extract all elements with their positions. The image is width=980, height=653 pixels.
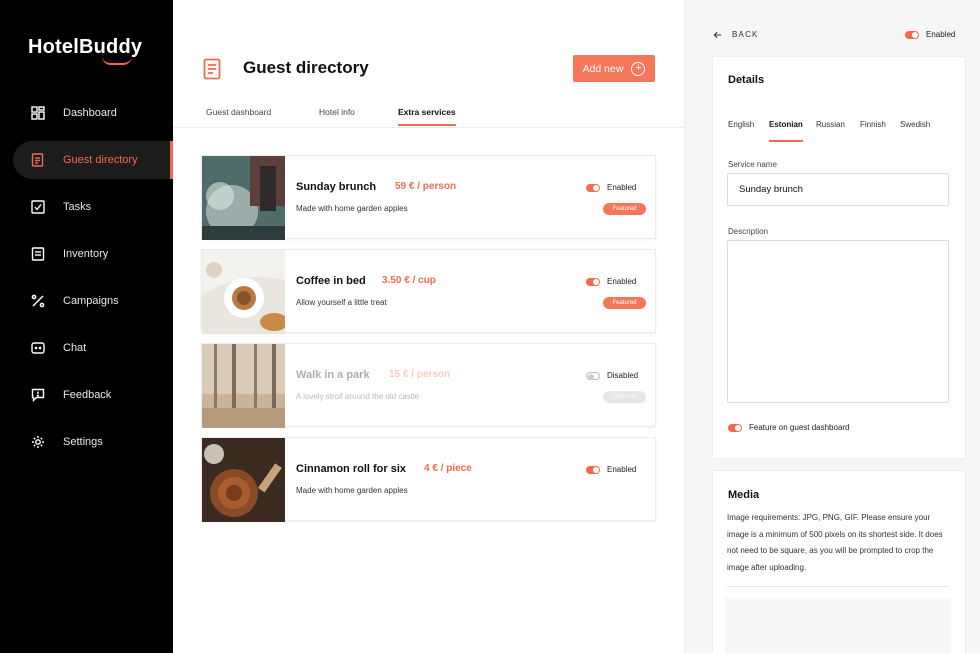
sidebar-item-chat[interactable]: Chat [13, 329, 173, 367]
lang-tab-russian[interactable]: Russian [816, 120, 845, 129]
sidebar-item-dashboard[interactable]: Dashboard [13, 94, 173, 132]
gear-icon [31, 435, 45, 449]
service-description: Made with home garden apples [296, 204, 408, 213]
tab-bar: Guest dashboard Hotel info Extra service… [173, 98, 684, 128]
document-icon [31, 153, 45, 167]
tab-extra-services[interactable]: Extra services [398, 107, 456, 126]
service-card[interactable]: Sunday brunch 59 € / person Made with ho… [201, 155, 656, 240]
feature-label: Feature on guest dashboard [749, 423, 850, 432]
description-textarea[interactable] [727, 240, 949, 403]
sidebar-item-label: Tasks [63, 201, 92, 213]
featured-badge: Featured [603, 391, 646, 403]
media-requirements: Image requirements: JPG, PNG, GIF. Pleas… [727, 513, 943, 572]
add-new-button[interactable]: Add new + [573, 55, 655, 82]
dashboard-icon [31, 106, 45, 120]
feature-toggle[interactable] [728, 424, 742, 432]
featured-badge: Featured [603, 297, 646, 309]
status-label: Disabled [607, 371, 639, 380]
service-enabled-toggle[interactable] [905, 31, 919, 39]
service-name-value: Sunday brunch [739, 184, 803, 195]
service-price: 59 € / person [395, 181, 457, 192]
media-upload-area[interactable] [725, 598, 951, 653]
description-label: Description [728, 227, 769, 236]
main-content: Guest directory Add new + Guest dashboar… [173, 0, 684, 653]
service-price: 3.50 € / cup [382, 275, 436, 286]
service-card[interactable]: Coffee in bed 3.50 € / cup Allow yoursel… [201, 249, 656, 334]
plus-circle-icon: + [631, 61, 646, 76]
tab-hotel-info[interactable]: Hotel info [319, 107, 355, 117]
page-title: Guest directory [243, 58, 369, 77]
sidebar-item-label: Guest directory [63, 154, 138, 166]
sidebar: HotelBuddy Dashboard Guest directory Tas… [0, 0, 173, 653]
service-thumbnail [202, 344, 285, 428]
arrow-left-icon [713, 31, 722, 38]
sidebar-item-inventory[interactable]: Inventory [13, 235, 173, 273]
service-name-label: Service name [728, 160, 777, 169]
tab-guest-dashboard[interactable]: Guest dashboard [206, 107, 271, 117]
sidebar-item-guest-directory[interactable]: Guest directory [13, 141, 173, 179]
lang-tab-estonian[interactable]: Estonian [769, 120, 803, 142]
sidebar-item-tasks[interactable]: Tasks [13, 188, 173, 226]
service-card[interactable]: Cinnamon roll for six 4 € / piece Made w… [201, 437, 656, 522]
enabled-toggle[interactable] [586, 278, 600, 286]
sidebar-item-label: Chat [63, 342, 87, 354]
sidebar-item-label: Dashboard [63, 107, 117, 119]
details-title: Details [728, 74, 765, 86]
status-label: Enabled [607, 465, 637, 474]
sidebar-item-label: Settings [63, 436, 103, 448]
percent-icon [31, 294, 45, 308]
service-thumbnail [202, 250, 285, 334]
media-title: Media [728, 489, 760, 501]
service-name: Cinnamon roll for six [296, 463, 407, 475]
sidebar-item-label: Campaigns [63, 295, 119, 307]
service-name: Sunday brunch [296, 181, 377, 193]
back-label: BACK [732, 30, 759, 39]
detail-panel: BACK Enabled Details English Estonian Ru… [684, 0, 980, 653]
service-description: A lovely stroll around the old castle [296, 392, 420, 401]
divider [727, 586, 949, 587]
enabled-toggle[interactable] [586, 184, 600, 192]
service-card[interactable]: Walk in a park 15 € / person A lovely st… [201, 343, 656, 428]
chat-icon [31, 341, 45, 355]
enabled-toggle[interactable] [586, 466, 600, 474]
service-name: Walk in a park [296, 369, 370, 381]
lang-tab-finnish[interactable]: Finnish [860, 120, 886, 129]
featured-badge: Featured [603, 203, 646, 215]
status-label: Enabled [607, 183, 637, 192]
sidebar-item-campaigns[interactable]: Campaigns [13, 282, 173, 320]
service-thumbnail [202, 438, 285, 522]
sidebar-item-label: Inventory [63, 248, 109, 260]
sidebar-item-settings[interactable]: Settings [13, 423, 173, 461]
service-name: Coffee in bed [296, 275, 366, 287]
service-description: Made with home garden apples [296, 486, 408, 495]
back-button[interactable]: BACK [713, 30, 759, 39]
service-thumbnail [202, 156, 285, 240]
logo-text: HotelBuddy [28, 36, 143, 58]
lang-tab-english[interactable]: English [728, 120, 754, 129]
service-price: 4 € / piece [424, 463, 472, 474]
sidebar-item-feedback[interactable]: Feedback [13, 376, 173, 414]
status-label: Enabled [607, 277, 637, 286]
service-price: 15 € / person [389, 369, 451, 380]
logo[interactable]: HotelBuddy [28, 36, 143, 65]
add-new-label: Add new [582, 62, 624, 75]
lang-tab-swedish[interactable]: Swedish [900, 120, 930, 129]
checkbox-icon [31, 200, 45, 214]
service-name-input[interactable]: Sunday brunch [727, 173, 949, 206]
document-icon [203, 58, 223, 80]
list-icon [31, 247, 45, 261]
logo-smile-icon [102, 56, 132, 65]
enabled-toggle[interactable] [586, 372, 600, 380]
service-description: Allow yourself a little treat [296, 298, 387, 307]
service-status-label: Enabled [926, 30, 956, 39]
feedback-icon [31, 388, 45, 402]
sidebar-item-label: Feedback [63, 389, 112, 401]
